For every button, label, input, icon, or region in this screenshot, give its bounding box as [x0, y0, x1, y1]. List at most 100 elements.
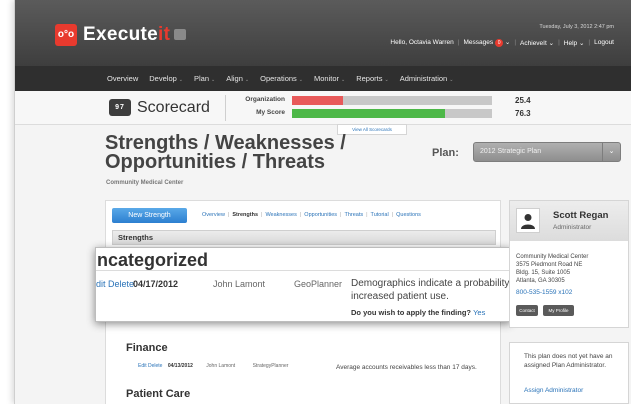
current-datetime: Tuesday, July 3, 2012 2:47 pm: [539, 24, 614, 30]
top-header: o°o Executeit Tuesday, July 3, 2012 2:47…: [15, 0, 631, 66]
divider: |: [340, 212, 342, 218]
plan-label: Plan:: [432, 147, 459, 159]
nav-item-align[interactable]: Align ⌄: [226, 74, 249, 83]
help-label: Help: [563, 39, 578, 47]
chevron-down-icon: ⌄: [244, 77, 250, 83]
chevron-down-icon: ⌄: [178, 77, 183, 83]
nav-item-reports[interactable]: Reports ⌄: [356, 74, 388, 83]
entry-source: GeoPlanner: [294, 279, 343, 289]
top-nav: Hello, Octavia Warren | Messages 0 ⌄ | Ac…: [390, 38, 614, 47]
apply-finding-question: Do you wish to apply the finding?: [351, 308, 471, 317]
avatar: [516, 208, 540, 233]
my-score-label: My Score: [256, 109, 285, 116]
divider: |: [227, 212, 230, 218]
divider: [225, 95, 226, 121]
tab-strengths[interactable]: Strengths: [232, 212, 258, 218]
scorecard-icon: 97: [109, 99, 131, 116]
brand-name[interactable]: Executeit: [83, 24, 170, 46]
tab-weaknesses[interactable]: Weaknesses: [265, 212, 296, 218]
divider: |: [514, 39, 517, 46]
tab-opportunities[interactable]: Opportunities: [304, 212, 337, 218]
entry-description: Demographics indicate a probability of i…: [351, 278, 511, 302]
chevron-down-icon[interactable]: ⌄: [602, 143, 620, 161]
brand-suffix: it: [157, 24, 171, 45]
organization-score-value: 25.4: [515, 96, 531, 105]
section-header: Strengths: [112, 230, 496, 245]
contact-button[interactable]: Contact: [516, 305, 538, 316]
organization-score-fill: [292, 96, 343, 105]
profile-header: Scott Regan Administrator: [510, 201, 628, 241]
plan-select[interactable]: 2012 Strategic Plan ⌄: [473, 142, 621, 162]
address-line: Community Medical Center: [516, 254, 589, 260]
logo-icon: o°o: [55, 24, 77, 46]
divider: |: [391, 212, 394, 218]
nav-item-label: Plan: [194, 74, 210, 83]
plan-admin-notice-text: This plan does not yet have an assigned …: [524, 353, 613, 369]
address-line: Bldg. 15, Suite 1005: [516, 270, 571, 276]
edit-delete-links[interactable]: Edit Delete: [96, 279, 134, 289]
nav-item-develop[interactable]: Develop ⌄: [149, 74, 183, 83]
tab-threats[interactable]: Threats: [344, 212, 363, 218]
profile-phone[interactable]: 800-535-1559 x102: [516, 289, 572, 296]
nav-item-label: Administration: [399, 74, 448, 83]
my-score-fill: [292, 109, 445, 118]
user-silhouette-icon: [521, 214, 535, 229]
apply-finding-yes-link[interactable]: Yes: [473, 308, 485, 317]
nav-item-operations[interactable]: Operations ⌄: [260, 74, 303, 83]
nav-item-monitor[interactable]: Monitor ⌄: [314, 74, 345, 83]
assign-administrator-link[interactable]: Assign Administrator: [524, 387, 583, 394]
nav-item-label: Overview: [107, 74, 139, 83]
chevron-down-icon: ⌄: [298, 77, 303, 83]
my-score-bar: [292, 109, 492, 118]
my-profile-button[interactable]: My Profile: [543, 305, 574, 316]
address-line: 3575 Piedmont Road NE: [516, 262, 583, 268]
group-title-uncategorized: Uncategorized: [95, 250, 209, 270]
scorecard-bar: 97 Scorecard Organization 25.4 My Score …: [15, 91, 631, 125]
divider: |: [366, 212, 368, 218]
nav-item-overview[interactable]: Overview: [107, 74, 138, 83]
plan-select-value: 2012 Strategic Plan: [480, 148, 542, 155]
tab-overview[interactable]: Overview: [202, 212, 225, 218]
nav-item-administration[interactable]: Administration ⌄: [400, 74, 454, 83]
chevron-down-icon: ⌄: [384, 77, 389, 83]
list-item: Edit Delete 04/13/2012 John Lamont Strat…: [138, 363, 288, 369]
new-strength-button[interactable]: New Strength: [112, 208, 187, 223]
nav-item-label: Reports: [356, 74, 383, 83]
profile-address: Community Medical Center 3575 Piedmont R…: [516, 253, 628, 285]
nav-item-label: Align: [226, 74, 243, 83]
entry-date: 04/13/2012: [167, 363, 193, 369]
tab-tutorial[interactable]: Tutorial: [371, 212, 389, 218]
nav-item-plan[interactable]: Plan ⌄: [194, 74, 215, 83]
app-switcher-icon[interactable]: [174, 29, 186, 40]
nav-item-label: Develop: [149, 74, 177, 83]
my-score-value: 76.3: [515, 109, 531, 118]
app-window: o°o Executeit Tuesday, July 3, 2012 2:47…: [14, 0, 631, 404]
divider: [96, 270, 510, 271]
magnified-finding-callout: Uncategorized Edit Delete 04/17/2012 Joh…: [95, 247, 511, 322]
tab-questions[interactable]: Questions: [396, 212, 421, 218]
profile-card: Scott Regan Administrator Community Medi…: [509, 200, 629, 328]
brand-main: Execute: [83, 24, 158, 45]
plan-admin-notice: This plan does not yet have an assigned …: [509, 342, 629, 404]
messages-label: Messages: [463, 39, 494, 46]
messages-link[interactable]: Messages 0 ⌄: [463, 38, 510, 47]
divider: |: [558, 39, 560, 46]
nav-item-label: Monitor: [314, 74, 340, 83]
divider: |: [588, 39, 591, 46]
entry-owner: John Lamont: [206, 363, 236, 369]
achieveit-menu[interactable]: AchieveIt ⌄: [520, 39, 554, 47]
edit-delete-links[interactable]: Edit Delete: [138, 363, 162, 369]
group-title-patient-care: Patient Care: [126, 388, 191, 400]
entry-description: Average accounts receivables less than 1…: [336, 364, 477, 371]
nav-item-label: Operations: [260, 74, 297, 83]
logout-link[interactable]: Logout: [594, 39, 614, 46]
entry-date: 04/17/2012: [133, 279, 179, 289]
achieveit-label: AchieveIt: [520, 39, 547, 47]
organization-score-bar: [292, 96, 492, 105]
user-greeting: Hello, Octavia Warren: [390, 39, 454, 46]
divider: |: [299, 212, 302, 218]
profile-role: Administrator: [553, 224, 592, 231]
address-line: Atlanta, GA 30305: [516, 278, 565, 284]
help-menu[interactable]: Help ⌄: [564, 39, 585, 47]
organization-score-label: Organization: [245, 96, 285, 103]
